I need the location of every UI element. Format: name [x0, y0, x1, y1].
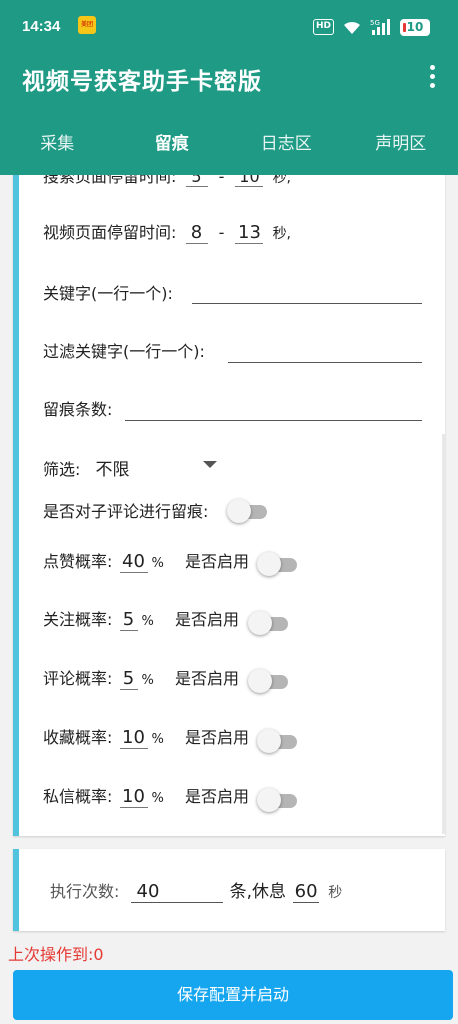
message-enable-toggle[interactable] — [257, 788, 299, 812]
status-icons: HD 5G 10 — [312, 17, 430, 37]
message-prob-input[interactable]: 10 — [119, 786, 148, 808]
video-stay-label: 视频页面停留时间: — [43, 223, 177, 242]
collect-prob-input[interactable]: 10 — [119, 727, 148, 749]
execution-row: 执行次数: 40 条,休息 60 秒 — [50, 877, 342, 903]
rest-seconds-input[interactable]: 60 — [293, 881, 320, 903]
like-prob-unit: % — [151, 556, 164, 571]
tab-collect[interactable]: 采集 — [0, 118, 115, 175]
battery-icon: 10 — [400, 18, 430, 36]
trace-count-input[interactable] — [125, 420, 422, 421]
follow-enable-toggle[interactable] — [248, 611, 290, 635]
filter-keywords-label: 过滤关键字(一行一个): — [43, 342, 205, 361]
trace-count-label: 留痕条数: — [43, 400, 113, 419]
message-prob-unit: % — [151, 791, 164, 806]
message-prob-row: 私信概率: 10% 是否启用 — [43, 783, 249, 808]
dropdown-arrow-icon[interactable] — [203, 461, 217, 468]
execution-label: 执行次数: — [50, 882, 120, 901]
message-enable-label: 是否启用 — [184, 787, 249, 806]
last-op-label: 上次操作到: — [8, 945, 94, 964]
comment-prob-row: 评论概率: 5% 是否启用 — [43, 665, 239, 690]
filter-row: 筛选: 不限 — [43, 455, 130, 480]
like-enable-toggle[interactable] — [257, 552, 299, 576]
filter-keywords-input[interactable] — [228, 362, 422, 363]
tab-statement[interactable]: 声明区 — [344, 118, 458, 175]
tab-trace[interactable]: 留痕 — [115, 118, 230, 175]
signal-icon: 5G — [370, 19, 390, 35]
wifi-icon — [344, 21, 360, 34]
sub-comment-label: 是否对子评论进行留痕: — [43, 502, 209, 521]
video-stay-min-input[interactable]: 8 — [185, 222, 208, 244]
follow-prob-unit: % — [141, 614, 154, 629]
sub-comment-toggle[interactable] — [227, 499, 269, 523]
message-prob-label: 私信概率: — [43, 787, 113, 806]
last-op-value: 0 — [93, 945, 104, 964]
status-time: 14:34 — [22, 18, 61, 35]
video-stay-sep: - — [218, 223, 225, 242]
follow-prob-label: 关注概率: — [43, 610, 113, 629]
like-enable-label: 是否启用 — [184, 552, 249, 571]
video-stay-row: 视频页面停留时间: 8 - 13 秒, — [43, 219, 291, 244]
follow-prob-input[interactable]: 5 — [119, 609, 138, 631]
video-stay-max-input[interactable]: 13 — [235, 222, 264, 244]
network-label: 5G — [370, 19, 380, 27]
execution-unit: 条,休息 — [229, 882, 286, 902]
video-stay-unit: 秒, — [272, 226, 292, 242]
keywords-label: 关键字(一行一个): — [43, 284, 173, 303]
collect-enable-toggle[interactable] — [257, 729, 299, 753]
like-prob-label: 点赞概率: — [43, 552, 113, 571]
status-bar: 14:34 美团 HD 5G 10 — [0, 0, 458, 52]
app-header: 14:34 美团 HD 5G 10 视频号获客助手卡密版 采集 留痕 日志区 声… — [0, 0, 458, 175]
keywords-input[interactable] — [192, 303, 422, 304]
execution-card: 执行次数: 40 条,休息 60 秒 — [13, 849, 445, 931]
collect-prob-label: 收藏概率: — [43, 728, 113, 747]
comment-prob-unit: % — [141, 673, 154, 688]
filter-select[interactable]: 不限 — [96, 460, 130, 480]
like-prob-row: 点赞概率: 40% 是否启用 — [43, 548, 249, 573]
comment-enable-label: 是否启用 — [174, 669, 239, 688]
follow-prob-row: 关注概率: 5% 是否启用 — [43, 606, 239, 631]
execution-count-input[interactable]: 40 — [130, 881, 223, 903]
meituan-notification-icon: 美团 — [78, 16, 96, 34]
trace-settings-card: 搜索页面停留时间: 5 - 10 秒, 视频页面停留时间: 8 - 13 秒, … — [13, 150, 445, 836]
follow-enable-label: 是否启用 — [174, 610, 239, 629]
app-title: 视频号获客助手卡密版 — [22, 69, 262, 95]
last-operation: 上次操作到:0 — [8, 941, 104, 965]
scrollbar[interactable] — [442, 434, 445, 834]
save-and-start-button[interactable]: 保存配置并启动 — [13, 970, 453, 1020]
comment-enable-toggle[interactable] — [248, 669, 290, 693]
filter-label: 筛选: — [43, 460, 81, 479]
like-prob-input[interactable]: 40 — [119, 551, 148, 573]
tab-log[interactable]: 日志区 — [229, 118, 344, 175]
more-vert-icon[interactable] — [422, 63, 442, 91]
collect-prob-unit: % — [151, 732, 164, 747]
hd-icon: HD — [312, 19, 334, 35]
comment-prob-label: 评论概率: — [43, 669, 113, 688]
tab-bar: 采集 留痕 日志区 声明区 — [0, 118, 458, 175]
collect-prob-row: 收藏概率: 10% 是否启用 — [43, 724, 249, 749]
comment-prob-input[interactable]: 5 — [119, 668, 138, 690]
rest-unit: 秒 — [328, 885, 343, 901]
collect-enable-label: 是否启用 — [184, 728, 249, 747]
